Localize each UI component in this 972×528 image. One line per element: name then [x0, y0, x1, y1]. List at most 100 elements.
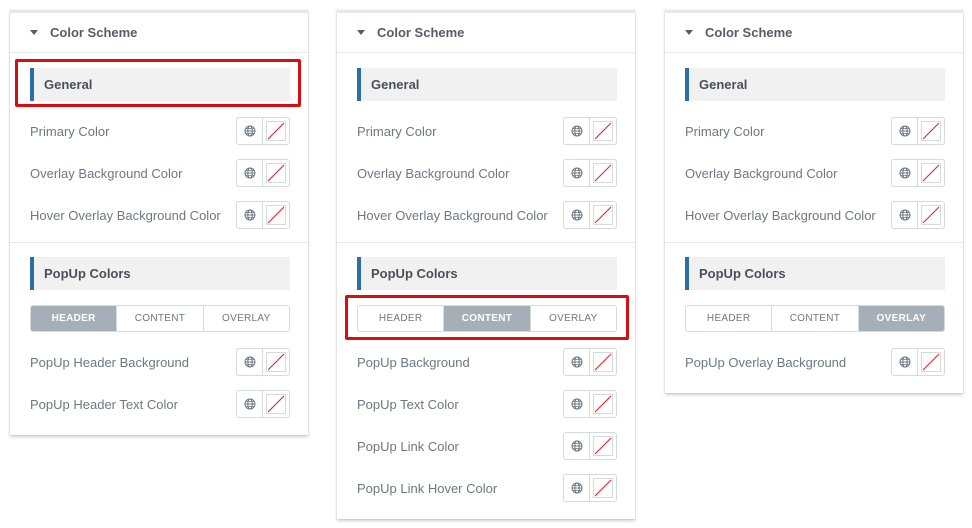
popup-colors-heading: PopUp Colors: [30, 257, 290, 290]
section-toggle[interactable]: Color Scheme: [665, 13, 963, 53]
no-color-swatch-icon: [593, 436, 613, 456]
control-label: PopUp Link Color: [357, 438, 459, 454]
color-swatch[interactable]: [263, 202, 289, 228]
color-swatch[interactable]: [918, 349, 944, 375]
color-swatch[interactable]: [590, 475, 616, 501]
tab-overlay[interactable]: OVERLAY: [203, 306, 289, 331]
no-color-swatch-icon: [593, 163, 613, 183]
caret-down-icon: [357, 30, 365, 35]
popup-tabs: HEADER CONTENT OVERLAY: [357, 305, 617, 332]
globe-icon[interactable]: [564, 391, 590, 417]
color-picker: [891, 117, 945, 145]
color-picker: [563, 201, 617, 229]
control-popup-overlay-background: PopUp Overlay Background: [685, 348, 945, 376]
tab-overlay[interactable]: OVERLAY: [858, 306, 944, 331]
color-picker: [236, 201, 290, 229]
control-label: Hover Overlay Background Color: [30, 207, 221, 223]
section-title: Color Scheme: [50, 25, 138, 40]
globe-icon[interactable]: [237, 349, 263, 375]
divider: [665, 242, 963, 243]
popup-colors-heading: PopUp Colors: [357, 257, 617, 290]
globe-icon[interactable]: [237, 118, 263, 144]
tab-content[interactable]: CONTENT: [117, 306, 204, 331]
section-title: Color Scheme: [705, 25, 793, 40]
color-swatch[interactable]: [590, 118, 616, 144]
general-heading: General: [685, 68, 945, 101]
color-swatch[interactable]: [590, 433, 616, 459]
popup-colors-heading: PopUp Colors: [685, 257, 945, 290]
globe-icon[interactable]: [237, 160, 263, 186]
globe-icon[interactable]: [237, 202, 263, 228]
globe-icon[interactable]: [892, 160, 918, 186]
tab-overlay[interactable]: OVERLAY: [530, 306, 616, 331]
tab-content[interactable]: CONTENT: [772, 306, 859, 331]
control-label: Overlay Background Color: [685, 165, 838, 181]
control-label: Hover Overlay Background Color: [685, 207, 876, 223]
globe-icon[interactable]: [564, 475, 590, 501]
tab-header[interactable]: HEADER: [31, 306, 118, 331]
color-picker: [563, 117, 617, 145]
color-picker: [563, 348, 617, 376]
no-color-swatch-icon: [921, 352, 941, 372]
control-primary-color: Primary Color: [30, 117, 290, 145]
control-label: PopUp Header Text Color: [30, 396, 178, 412]
color-scheme-panel-3: Color Scheme General Primary Color Overl…: [665, 10, 963, 393]
color-picker: [563, 390, 617, 418]
control-primary-color: Primary Color: [357, 117, 617, 145]
color-swatch[interactable]: [590, 391, 616, 417]
color-picker: [236, 348, 290, 376]
no-color-swatch-icon: [266, 163, 286, 183]
control-label: Primary Color: [357, 123, 437, 139]
section-toggle[interactable]: Color Scheme: [10, 13, 308, 53]
control-label: Hover Overlay Background Color: [357, 207, 548, 223]
no-color-swatch-icon: [593, 478, 613, 498]
no-color-swatch-icon: [921, 121, 941, 141]
globe-icon[interactable]: [564, 160, 590, 186]
color-swatch[interactable]: [590, 349, 616, 375]
color-picker: [891, 159, 945, 187]
tab-content[interactable]: CONTENT: [444, 306, 531, 331]
color-picker: [563, 474, 617, 502]
color-swatch[interactable]: [263, 349, 289, 375]
control-popup-header-background: PopUp Header Background: [30, 348, 290, 376]
tab-header[interactable]: HEADER: [686, 306, 773, 331]
globe-icon[interactable]: [237, 391, 263, 417]
control-label: Primary Color: [685, 123, 765, 139]
control-popup-background: PopUp Background: [357, 348, 617, 376]
control-popup-header-text-color: PopUp Header Text Color: [30, 390, 290, 418]
color-swatch[interactable]: [918, 118, 944, 144]
divider: [10, 242, 308, 243]
caret-down-icon: [685, 30, 693, 35]
no-color-swatch-icon: [593, 121, 613, 141]
control-label: PopUp Link Hover Color: [357, 480, 498, 496]
globe-icon[interactable]: [892, 349, 918, 375]
globe-icon[interactable]: [564, 433, 590, 459]
color-swatch[interactable]: [263, 391, 289, 417]
color-swatch[interactable]: [590, 160, 616, 186]
tab-header[interactable]: HEADER: [358, 306, 445, 331]
no-color-swatch-icon: [921, 205, 941, 225]
color-swatch[interactable]: [263, 160, 289, 186]
control-hover-overlay-background-color: Hover Overlay Background Color: [685, 201, 945, 229]
globe-icon[interactable]: [564, 118, 590, 144]
color-picker: [891, 348, 945, 376]
control-primary-color: Primary Color: [685, 117, 945, 145]
color-swatch[interactable]: [590, 202, 616, 228]
color-picker: [563, 159, 617, 187]
section-toggle[interactable]: Color Scheme: [337, 13, 635, 53]
no-color-swatch-icon: [593, 352, 613, 372]
globe-icon[interactable]: [892, 118, 918, 144]
color-swatch[interactable]: [918, 202, 944, 228]
control-popup-link-hover-color: PopUp Link Hover Color: [357, 474, 617, 502]
caret-down-icon: [30, 30, 38, 35]
globe-icon[interactable]: [892, 202, 918, 228]
globe-icon[interactable]: [564, 349, 590, 375]
no-color-swatch-icon: [593, 205, 613, 225]
color-swatch[interactable]: [263, 118, 289, 144]
no-color-swatch-icon: [266, 394, 286, 414]
color-swatch[interactable]: [918, 160, 944, 186]
divider: [337, 242, 635, 243]
control-popup-text-color: PopUp Text Color: [357, 390, 617, 418]
color-picker: [236, 159, 290, 187]
globe-icon[interactable]: [564, 202, 590, 228]
